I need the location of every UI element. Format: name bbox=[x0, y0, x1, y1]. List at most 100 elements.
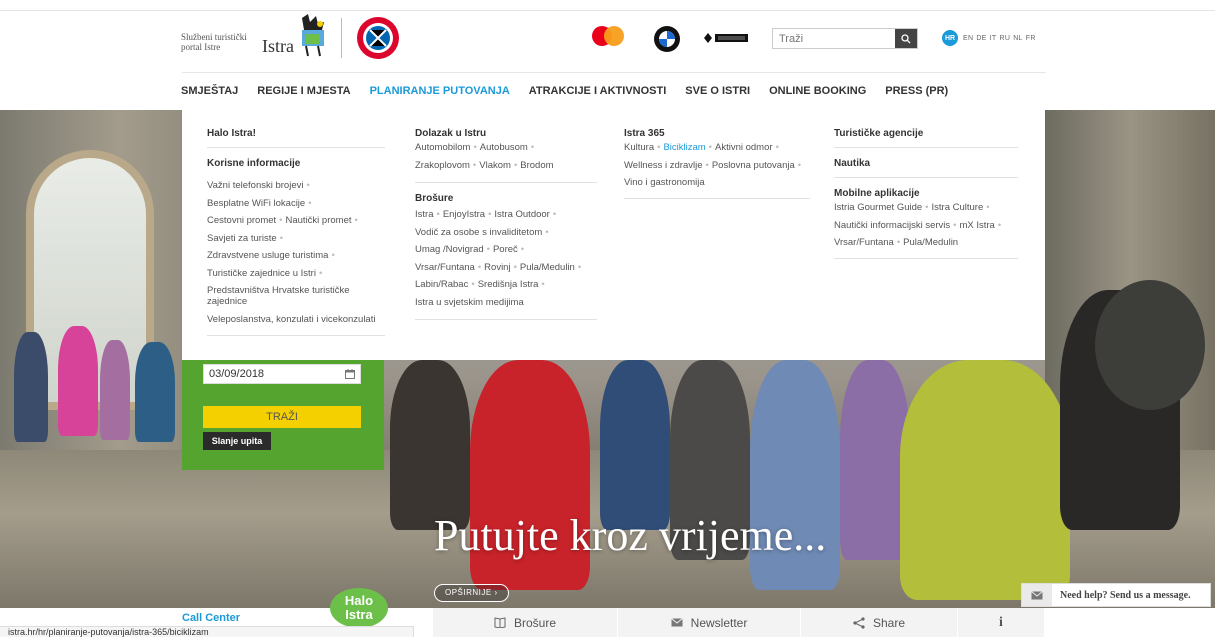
separator-dot: • bbox=[797, 159, 802, 171]
menu-link[interactable]: Vrsar/Funtana bbox=[415, 262, 475, 273]
search-button[interactable] bbox=[895, 29, 917, 48]
separator-dot: • bbox=[986, 202, 990, 213]
language-option[interactable]: FR bbox=[1026, 35, 1036, 42]
mega-heading-mobile-apps[interactable]: Mobilne aplikacije bbox=[834, 188, 1018, 199]
menu-link[interactable]: Automobilom bbox=[415, 142, 470, 153]
mega-heading-istra-365[interactable]: Istra 365 bbox=[624, 128, 810, 139]
language-active[interactable]: HR bbox=[942, 30, 958, 46]
nav-item[interactable]: ONLINE BOOKING bbox=[769, 85, 866, 97]
divider bbox=[341, 18, 342, 58]
language-option[interactable]: DE bbox=[976, 35, 986, 42]
separator-dot: • bbox=[953, 219, 957, 231]
mega-heading-nautika[interactable]: Nautika bbox=[834, 158, 1018, 169]
separator-dot: • bbox=[896, 237, 901, 248]
fc-bayern-logo-icon[interactable] bbox=[356, 16, 400, 60]
menu-link[interactable]: Turističke zajednice u Istri bbox=[207, 268, 316, 279]
menu-link[interactable]: Labin/Rabac bbox=[415, 279, 468, 290]
nav-item[interactable]: SVE O ISTRI bbox=[685, 85, 750, 97]
menu-link[interactable]: EnjoyIstra bbox=[443, 209, 485, 220]
chat-label: Need help? Send us a message. bbox=[1060, 589, 1191, 601]
menu-link[interactable]: Vrsar/Funtana bbox=[834, 237, 894, 248]
cube-logo-icon[interactable] bbox=[702, 31, 750, 45]
menu-link[interactable]: Istra Outdoor bbox=[494, 209, 549, 220]
separator-dot: • bbox=[279, 232, 284, 244]
nav-item[interactable]: ATRAKCIJE I AKTIVNOSTI bbox=[529, 85, 667, 97]
menu-link[interactable]: Istra bbox=[415, 209, 433, 220]
menu-link[interactable]: Kultura bbox=[624, 142, 654, 153]
booking-search-button[interactable]: TRAŽI bbox=[203, 406, 361, 428]
separator-dot: • bbox=[552, 209, 557, 220]
info-button[interactable]: i bbox=[958, 608, 1044, 637]
istra-goat-logo-icon[interactable] bbox=[296, 12, 330, 58]
mega-heading-arrival[interactable]: Dolazak u Istru bbox=[415, 128, 597, 139]
mega-heading-halo-istra[interactable]: Halo Istra! bbox=[207, 128, 385, 139]
menu-link[interactable]: Pula/Medulin bbox=[520, 262, 575, 273]
menu-link[interactable]: Vlakom bbox=[479, 160, 511, 171]
brochures-button[interactable]: Brošure bbox=[433, 608, 617, 637]
menu-link[interactable]: Pula/Medulin bbox=[903, 237, 958, 248]
menu-link[interactable]: Nautički informacijski servis bbox=[834, 220, 950, 231]
language-option[interactable]: IT bbox=[990, 35, 997, 42]
menu-link[interactable]: Besplatne WiFi lokacije bbox=[207, 198, 305, 209]
menu-link[interactable]: Vino i gastronomija bbox=[624, 177, 705, 188]
language-option[interactable]: EN bbox=[963, 35, 973, 42]
language-option[interactable]: RU bbox=[999, 35, 1010, 42]
menu-link[interactable]: Zrakoplovom bbox=[415, 160, 470, 171]
divider bbox=[834, 257, 1018, 259]
menu-link[interactable]: Važni telefonski brojevi bbox=[207, 180, 303, 191]
menu-link[interactable]: Predstavništva Hrvatske turističke zajed… bbox=[207, 285, 350, 307]
menu-link[interactable]: Istria Gourmet Guide bbox=[834, 202, 922, 213]
menu-link-active[interactable]: Biciklizam bbox=[663, 142, 705, 153]
menu-link[interactable]: Poreč bbox=[493, 244, 518, 255]
menu-link[interactable]: Aktivni odmor bbox=[715, 142, 773, 153]
book-icon bbox=[494, 617, 506, 628]
menu-link[interactable]: Vodič za osobe s invaliditetom bbox=[415, 227, 542, 238]
istra-logo-text[interactable]: Istra bbox=[262, 36, 294, 57]
menu-link[interactable]: Savjeti za turiste bbox=[207, 233, 277, 244]
nav-item[interactable]: REGIJE I MJESTA bbox=[257, 85, 350, 97]
menu-link[interactable]: Nautički promet bbox=[286, 215, 352, 226]
menu-link[interactable]: Veleposlanstva, konzulati i vicekonzulat… bbox=[207, 314, 375, 325]
menu-link[interactable]: Umag /Novigrad bbox=[415, 244, 484, 255]
menu-link[interactable]: Autobusom bbox=[480, 142, 528, 153]
halo-badge-line1: Halo bbox=[344, 593, 374, 608]
menu-link[interactable]: Središnja Istra bbox=[478, 279, 539, 290]
menu-link[interactable]: Brodom bbox=[520, 160, 553, 171]
halo-istra-badge[interactable]: Halo Istra bbox=[330, 588, 388, 628]
calendar-icon[interactable] bbox=[345, 369, 355, 379]
date-field[interactable]: 03/09/2018 bbox=[203, 364, 361, 384]
inquiry-button[interactable]: Slanje upita bbox=[203, 432, 271, 450]
mastercard-logo-icon[interactable] bbox=[588, 24, 628, 54]
mega-heading-travel-agencies[interactable]: Turističke agencije bbox=[834, 128, 1018, 139]
main-nav: SMJEŠTAJ REGIJE I MJESTA PLANIRANJE PUTO… bbox=[181, 80, 967, 102]
separator-dot: • bbox=[705, 159, 709, 171]
nav-item-active[interactable]: PLANIRANJE PUTOVANJA bbox=[370, 85, 510, 97]
menu-link[interactable]: Wellness i zdravlje bbox=[624, 160, 703, 171]
separator-dot: • bbox=[486, 244, 490, 255]
menu-link[interactable]: Rovinj bbox=[484, 262, 510, 273]
site-header: Službeni turistički portal Istre Istra T… bbox=[0, 0, 1215, 110]
bmw-logo-icon[interactable] bbox=[653, 25, 681, 53]
search-input[interactable] bbox=[773, 29, 897, 48]
nav-item[interactable]: PRESS (PR) bbox=[885, 85, 948, 97]
menu-link[interactable]: mX Istra bbox=[959, 220, 994, 231]
menu-link[interactable]: Zdravstvene usluge turistima bbox=[207, 250, 328, 261]
separator-dot: • bbox=[708, 142, 712, 153]
newsletter-button[interactable]: Newsletter bbox=[618, 608, 800, 637]
menu-link[interactable]: Istra u svjetskim medijima bbox=[415, 297, 524, 308]
read-more-button[interactable]: OPŠIRNIJE › bbox=[434, 584, 509, 602]
nav-item[interactable]: SMJEŠTAJ bbox=[181, 85, 238, 97]
language-option[interactable]: NL bbox=[1013, 35, 1023, 42]
menu-link[interactable]: Istra Culture bbox=[932, 202, 984, 213]
mega-menu: Halo Istra! Korisne informacije Važni te… bbox=[182, 110, 1045, 360]
share-button[interactable]: Share bbox=[801, 608, 957, 637]
mega-subheading-useful-info[interactable]: Korisne informacije bbox=[207, 158, 385, 169]
menu-link[interactable]: Cestovni promet bbox=[207, 215, 276, 226]
menu-link[interactable]: Poslovna putovanja bbox=[712, 160, 795, 171]
chat-widget[interactable]: Need help? Send us a message. bbox=[1021, 583, 1211, 607]
call-center-label[interactable]: Call Center bbox=[182, 612, 240, 624]
mega-links-istra-365: Kultura • Biciklizam • Aktivni odmor • Wellne… bbox=[624, 139, 810, 192]
divider bbox=[415, 319, 597, 320]
halo-badge-line2: Istra bbox=[345, 607, 373, 622]
mega-subheading-brochures[interactable]: Brošure bbox=[415, 193, 597, 204]
